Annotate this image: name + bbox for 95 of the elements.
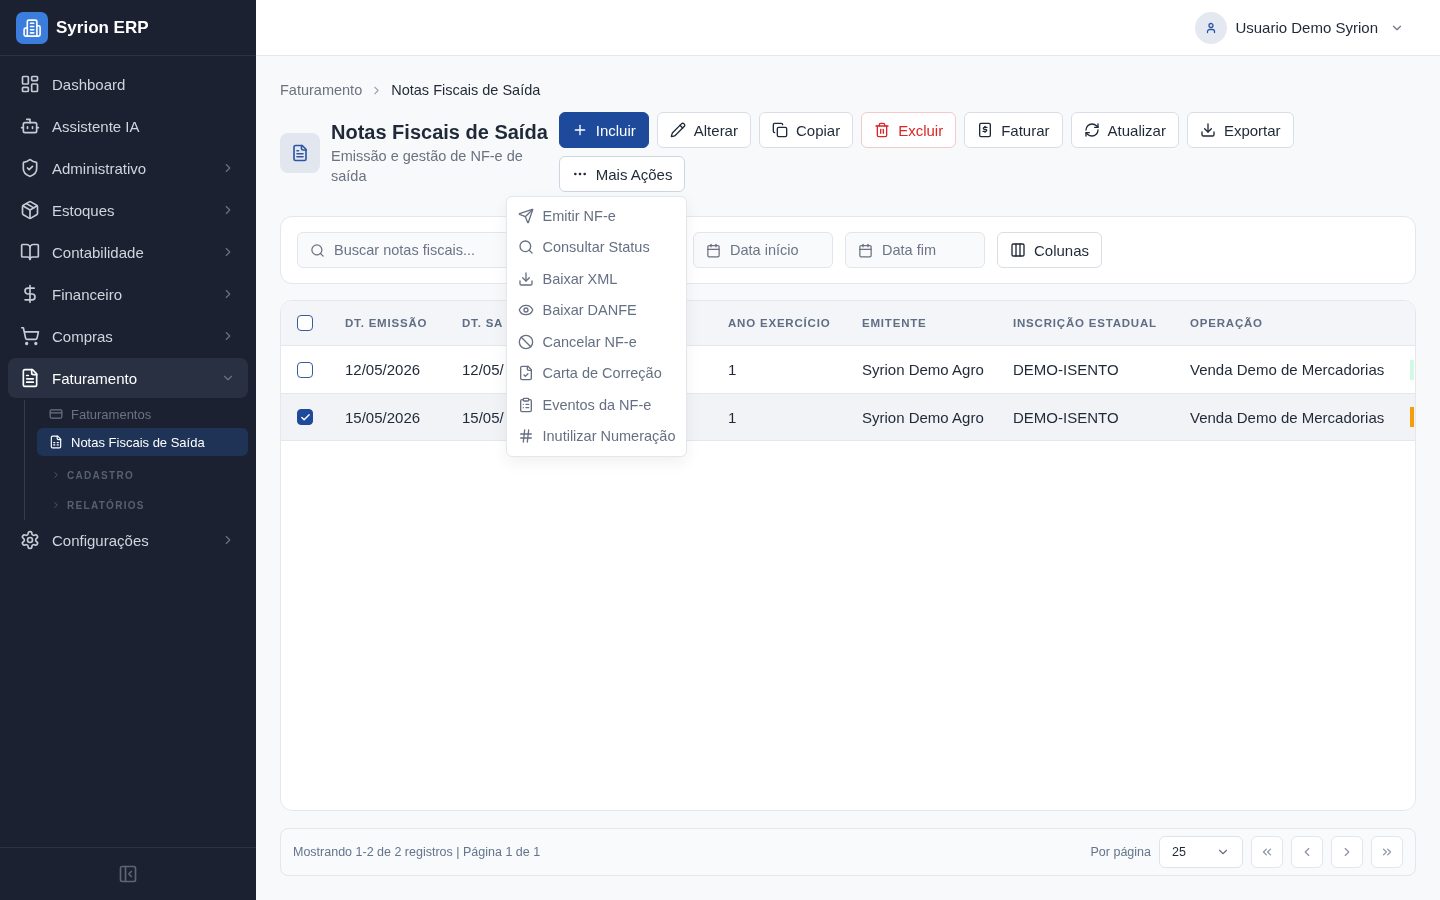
card-icon (49, 407, 63, 421)
nav-item[interactable]: Estoques (8, 190, 248, 230)
download-icon (1199, 122, 1216, 138)
dollar-document-icon (977, 122, 994, 138)
nav-item[interactable]: Assistente IA (8, 106, 248, 146)
user-menu-button[interactable]: Usuario Demo Syrion (1195, 11, 1404, 44)
toolbar-button[interactable]: Faturar (964, 112, 1063, 148)
brand-name: Syrion ERP (56, 17, 149, 38)
row-checkbox[interactable] (297, 361, 313, 378)
pagination-summary: Mostrando 1-2 de 2 registros | Página 1 de 1 (293, 845, 541, 859)
double-chevron-right-icon (1380, 845, 1394, 859)
calendar-icon (706, 242, 721, 258)
table-cell: 15/05/2026 (345, 408, 421, 426)
clipboard-list-icon (518, 396, 535, 413)
columns-icon (1010, 242, 1026, 258)
table-cell: Syrion Demo Agro (862, 408, 984, 426)
breadcrumb-current: Notas Fiscais de Saída (391, 82, 541, 98)
column-header: ANO EXERCÍCIO (728, 317, 831, 329)
nav-item[interactable]: Dashboard (8, 64, 248, 104)
date-start-field[interactable]: Data início (693, 232, 833, 268)
table-cell: Venda Demo de Mercadorias (1190, 361, 1385, 378)
nav-item[interactable]: Contabilidade (8, 232, 248, 272)
checkmark-icon (299, 411, 311, 423)
table-cell: Syrion Demo Agro (862, 361, 984, 378)
book-icon (20, 242, 40, 262)
table-cell: DEMO-ISENTO (1013, 408, 1119, 426)
cart-icon (20, 326, 40, 346)
table-cell: 1 (728, 361, 737, 378)
column-header: INSCRIÇÃO ESTADUAL (1013, 317, 1157, 329)
refresh-icon (1083, 122, 1100, 138)
settings-icon (20, 530, 40, 550)
table-cell: 12/05/2026 (345, 361, 421, 378)
column-header: DT. SA (462, 317, 504, 329)
table-cell: 1 (728, 408, 737, 426)
search-icon (310, 242, 325, 258)
prohibited-icon (518, 333, 535, 350)
user-avatar-icon (1195, 11, 1228, 44)
menu-item[interactable]: Consultar Status (511, 231, 683, 263)
box-icon (20, 200, 40, 220)
first-page-button[interactable] (1251, 836, 1283, 868)
table-cell: Venda Demo de Mercadorias (1190, 408, 1385, 426)
page-subtitle: Emissão e gestão de NF-e de saída (331, 147, 524, 186)
row-checkbox[interactable] (297, 409, 313, 425)
download-icon (518, 270, 535, 287)
date-end-field[interactable]: Data fim (845, 232, 985, 268)
menu-item[interactable]: Baixar DANFE (511, 294, 683, 326)
table-cell: 15/05/ (462, 408, 504, 426)
page-title: Notas Fiscais de Saída (331, 120, 548, 144)
document-icon (20, 368, 40, 388)
nav-item[interactable]: Configurações (8, 520, 248, 560)
nav-item[interactable]: Compras (8, 316, 248, 356)
last-page-button[interactable] (1371, 836, 1403, 868)
toolbar-button[interactable]: Incluir (558, 112, 649, 148)
dashboard-icon (20, 74, 40, 94)
toolbar-button[interactable]: Copiar (758, 112, 854, 148)
copy-icon (771, 122, 788, 138)
per-page-select[interactable]: 25 (1159, 836, 1243, 868)
column-header: OPERAÇÃO (1190, 317, 1263, 329)
table-cell: 12/05/ (462, 361, 504, 378)
menu-item[interactable]: Eventos da NF-e (511, 389, 683, 421)
document-check-icon (518, 365, 535, 382)
breadcrumb-link[interactable]: Faturamento (280, 82, 363, 98)
submenu-item[interactable]: Notas Fiscais de Saída (37, 428, 248, 456)
double-chevron-left-icon (1260, 845, 1274, 859)
toolbar-button[interactable]: Atualizar (1070, 112, 1179, 148)
per-page-label: Por página (1090, 845, 1151, 859)
select-all-checkbox[interactable] (297, 315, 313, 331)
toolbar-button[interactable]: Alterar (656, 112, 751, 148)
hash-icon (518, 428, 535, 445)
table-cell: DEMO-ISENTO (1013, 361, 1119, 378)
menu-item[interactable]: Cancelar NF-e (511, 326, 683, 358)
search-icon (518, 239, 535, 256)
nav-item[interactable]: Faturamento (8, 358, 248, 398)
more-actions-button[interactable]: Mais Ações (558, 156, 686, 192)
robot-icon (20, 116, 40, 136)
pencil-icon (669, 122, 686, 138)
menu-item[interactable]: Inutilizar Numeração (511, 420, 683, 452)
building-logo-icon (16, 11, 48, 44)
toolbar-button[interactable]: Exportar (1186, 112, 1294, 148)
column-header: EMITENTE (862, 317, 927, 329)
collapse-sidebar-button[interactable] (118, 864, 138, 884)
column-header: DT. EMISSÃO (345, 317, 428, 329)
spreadsheet-icon (49, 435, 63, 449)
calendar-icon (858, 242, 873, 258)
shield-check-icon (20, 158, 40, 178)
menu-item[interactable]: Emitir NF-e (511, 200, 683, 232)
document-icon (280, 133, 320, 173)
menu-item[interactable]: Carta de Correção (511, 357, 683, 389)
nav-item[interactable]: Financeiro (8, 274, 248, 314)
paper-plane-icon (518, 207, 535, 224)
panel-left-icon (118, 864, 138, 884)
nav-item[interactable]: Administrativo (8, 148, 248, 188)
toolbar-button[interactable]: Excluir (861, 112, 957, 148)
trash-icon (874, 122, 891, 138)
columns-button[interactable]: Colunas (997, 232, 1103, 268)
